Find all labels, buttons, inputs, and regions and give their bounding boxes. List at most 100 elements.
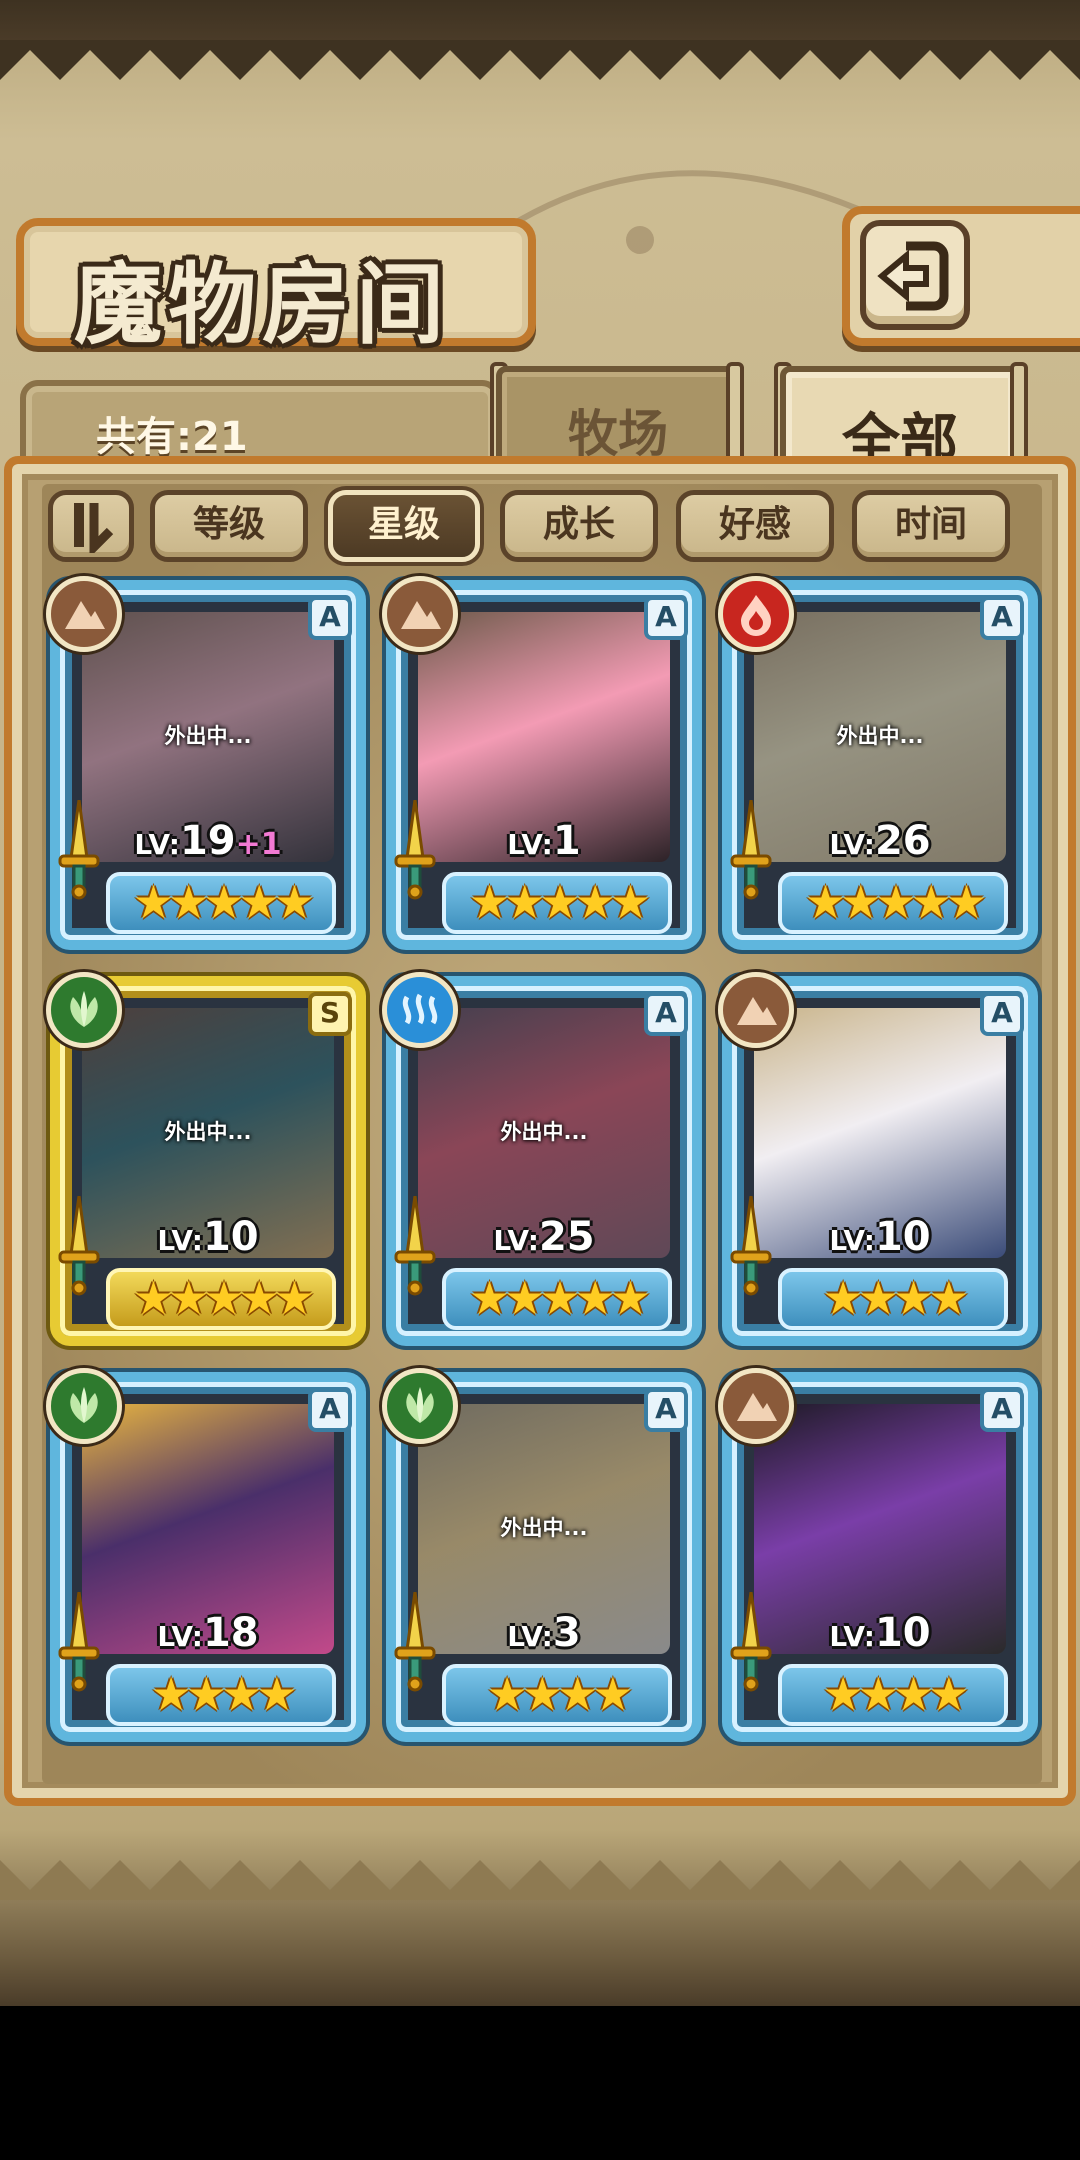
star-rating: ★★★★ [106,1664,336,1726]
earth-element-icon [65,601,105,629]
element-badge [718,972,794,1048]
rank-badge: A [980,596,1024,640]
level-label: LV:25 [386,1214,702,1260]
away-status-label: 外出中... [500,1516,588,1540]
earth-element-icon [737,997,777,1025]
rank-badge: S [308,992,352,1036]
level-prefix: LV: [829,828,875,861]
back-arrow-icon [877,241,949,311]
level-prefix: LV: [493,1224,539,1257]
star-icons: ★★★★★ [468,875,651,929]
sort-order-icon [74,503,114,558]
away-status-label: 外出中... [836,724,924,748]
level-label: LV:10 [50,1214,366,1260]
level-prefix: LV: [507,828,553,861]
level-value: 25 [538,1214,595,1260]
star-icons: ★★★★ [822,1667,970,1721]
star-icons: ★★★★★ [132,1271,315,1325]
star-icons: ★★★★★ [468,1271,651,1325]
sort-by-star-button[interactable]: 星级 [328,490,480,562]
star-rating: ★★★★★ [442,872,672,934]
monster-card[interactable]: A LV:1 ★★★★★ [382,576,702,950]
away-status-label: 外出中... [500,1120,588,1144]
level-value: 3 [552,1610,581,1656]
rank-badge: A [644,992,688,1036]
element-badge [46,1368,122,1444]
earth-element-icon [401,601,441,629]
level-prefix: LV: [157,1620,203,1653]
star-icons: ★★★★ [150,1667,298,1721]
level-label: LV:18 [50,1610,366,1656]
sort-by-affinity-button[interactable]: 好感 [676,490,834,562]
level-value: 1 [552,818,581,864]
rank-badge: A [980,992,1024,1036]
level-value: 10 [874,1610,931,1656]
level-label: LV:3 [386,1610,702,1656]
level-value: 19 [179,818,236,864]
star-icons: ★★★★★ [132,875,315,929]
away-status-label: 外出中... [164,1120,252,1144]
rank-badge: A [980,1388,1024,1432]
star-rating: ★★★★ [778,1664,1008,1726]
page-title: 魔物房间 [74,252,451,356]
star-icons: ★★★★★ [804,875,987,929]
title-plaque: 魔物房间 [16,218,536,356]
earth-element-icon [737,1393,777,1421]
level-prefix: LV: [829,1620,875,1653]
level-bonus: +1 [235,827,282,862]
rank-badge: A [308,596,352,640]
level-value: 26 [874,818,931,864]
element-badge [46,972,122,1048]
star-rating: ★★★★★ [778,872,1008,934]
sort-by-time-button[interactable]: 时间 [852,490,1010,562]
monster-count: 共有:21 [96,414,248,460]
level-value: 18 [202,1610,259,1656]
water-element-icon [402,993,438,1025]
rank-badge: A [644,1388,688,1432]
sort-by-level-button[interactable]: 等级 [150,490,308,562]
star-rating: ★★★★★ [106,1268,336,1330]
monster-card[interactable]: 外出中... S LV:10 ★★★★★ [46,972,366,1346]
star-rating: ★★★★★ [442,1268,672,1330]
level-prefix: LV: [157,1224,203,1257]
sort-order-toggle[interactable] [48,490,134,562]
back-button[interactable] [860,220,970,330]
level-prefix: LV: [829,1224,875,1257]
level-value: 10 [202,1214,259,1260]
rank-badge: A [308,1388,352,1432]
level-label: LV:10 [722,1610,1038,1656]
monster-card[interactable]: 外出中... A LV:25 ★★★★★ [382,972,702,1346]
leaf-element-icon [406,1387,434,1423]
element-badge [718,1368,794,1444]
element-badge [718,576,794,652]
back-button-frame [842,206,1080,346]
away-status-label: 外出中... [164,724,252,748]
star-rating: ★★★★ [442,1664,672,1726]
level-value: 10 [874,1214,931,1260]
level-label: LV:1 [386,818,702,864]
level-label: LV:26 [722,818,1038,864]
star-rating: ★★★★ [778,1268,1008,1330]
element-badge [46,576,122,652]
monster-card[interactable]: A LV:18 ★★★★ [46,1368,366,1742]
level-label: LV:19+1 [50,818,366,864]
rank-badge: A [644,596,688,640]
sort-by-growth-button[interactable]: 成长 [500,490,658,562]
star-icons: ★★★★ [486,1667,634,1721]
monster-card[interactable]: A LV:10 ★★★★ [718,972,1038,1346]
level-prefix: LV: [134,828,180,861]
element-badge [382,1368,458,1444]
element-badge [382,576,458,652]
level-label: LV:10 [722,1214,1038,1260]
leaf-element-icon [70,1387,98,1423]
monster-card[interactable]: 外出中... A LV:3 ★★★★ [382,1368,702,1742]
monster-card[interactable]: 外出中... A LV:26 ★★★★★ [718,576,1038,950]
monster-card[interactable]: 外出中... A LV:19+1 ★★★★★ [46,576,366,950]
star-rating: ★★★★★ [106,872,336,934]
top-border-decoration [0,40,1080,80]
star-icons: ★★★★ [822,1271,970,1325]
leaf-element-icon [70,991,98,1027]
element-badge [382,972,458,1048]
monster-card[interactable]: A LV:10 ★★★★ [718,1368,1038,1742]
bottom-border-decoration [0,1860,1080,1900]
